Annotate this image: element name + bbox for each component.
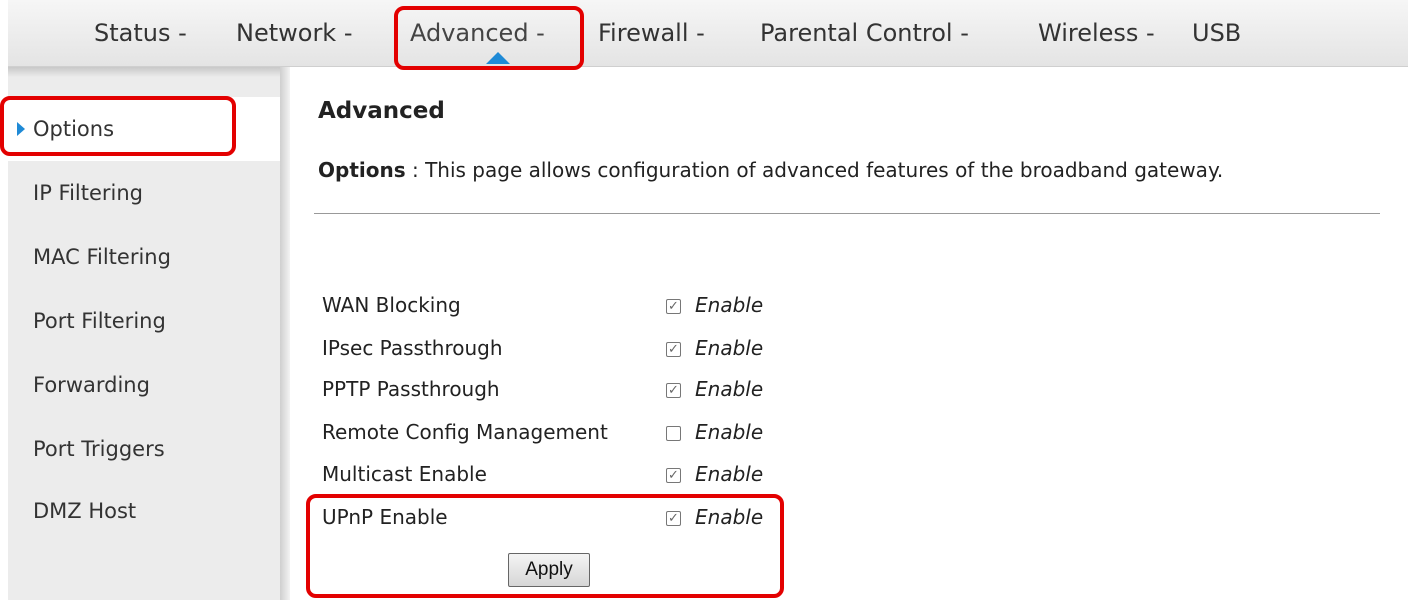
sidebar-item-port-filtering[interactable]: Port Filtering bbox=[8, 289, 280, 353]
sidebar-item-label: Port Triggers bbox=[33, 437, 165, 461]
option-label: UPnP Enable bbox=[322, 505, 448, 529]
sidebar-item-label: Port Filtering bbox=[33, 309, 166, 333]
sidebar-item-label: Forwarding bbox=[33, 373, 150, 397]
enable-label: Enable bbox=[695, 377, 764, 401]
nav-advanced[interactable]: Advanced - bbox=[410, 0, 545, 66]
pptp-passthrough-checkbox[interactable]: ✓ bbox=[666, 383, 681, 398]
sidebar-item-label: IP Filtering bbox=[33, 181, 144, 205]
nav-wireless[interactable]: Wireless - bbox=[1038, 0, 1155, 66]
description-label: Options bbox=[318, 158, 406, 182]
page-description: Options : This page allows configuration… bbox=[318, 158, 1223, 182]
option-label: Remote Config Management bbox=[322, 420, 608, 444]
wan-blocking-checkbox[interactable]: ✓ bbox=[666, 299, 681, 314]
divider bbox=[314, 213, 1380, 214]
sidebar-item-forwarding[interactable]: Forwarding bbox=[8, 353, 280, 417]
description-text: This page allows configuration of advanc… bbox=[425, 158, 1224, 182]
caret-right-icon bbox=[17, 122, 25, 136]
enable-label: Enable bbox=[695, 336, 764, 360]
sidebar-edge bbox=[280, 67, 290, 600]
enable-label: Enable bbox=[695, 420, 764, 444]
nav-parental-control[interactable]: Parental Control - bbox=[760, 0, 969, 66]
sidebar-item-label: MAC Filtering bbox=[33, 245, 171, 269]
sidebar-item-dmz-host[interactable]: DMZ Host bbox=[8, 479, 280, 543]
option-label: PPTP Passthrough bbox=[322, 377, 500, 401]
sidebar-item-label: Options bbox=[33, 117, 115, 141]
enable-label: Enable bbox=[695, 293, 764, 317]
sidebar: Options IP Filtering MAC Filtering Port … bbox=[8, 67, 290, 600]
ipsec-passthrough-checkbox[interactable]: ✓ bbox=[666, 342, 681, 357]
nav-usb[interactable]: USB bbox=[1192, 0, 1241, 66]
nav-firewall[interactable]: Firewall - bbox=[598, 0, 705, 66]
sidebar-item-mac-filtering[interactable]: MAC Filtering bbox=[8, 225, 280, 289]
nav-network[interactable]: Network - bbox=[236, 0, 353, 66]
upnp-enable-checkbox[interactable]: ✓ bbox=[666, 511, 681, 526]
multicast-enable-checkbox[interactable]: ✓ bbox=[666, 468, 681, 483]
remote-config-management-checkbox[interactable] bbox=[666, 426, 681, 441]
sidebar-item-label: DMZ Host bbox=[33, 499, 137, 523]
description-separator: : bbox=[405, 158, 426, 182]
sidebar-item-port-triggers[interactable]: Port Triggers bbox=[8, 417, 280, 481]
sidebar-shadow bbox=[8, 67, 280, 77]
option-label: Multicast Enable bbox=[322, 462, 487, 486]
page-title: Advanced bbox=[318, 98, 445, 124]
nav-status[interactable]: Status - bbox=[94, 0, 187, 66]
sidebar-item-ip-filtering[interactable]: IP Filtering bbox=[8, 161, 280, 225]
apply-button[interactable]: Apply bbox=[508, 553, 590, 587]
active-tab-indicator-icon bbox=[486, 52, 510, 64]
enable-label: Enable bbox=[695, 505, 764, 529]
sidebar-item-options[interactable]: Options bbox=[8, 97, 280, 161]
option-label: IPsec Passthrough bbox=[322, 336, 503, 360]
enable-label: Enable bbox=[695, 462, 764, 486]
option-label: WAN Blocking bbox=[322, 293, 461, 317]
top-navigation: Status - Network - Advanced - Firewall -… bbox=[8, 0, 1408, 67]
